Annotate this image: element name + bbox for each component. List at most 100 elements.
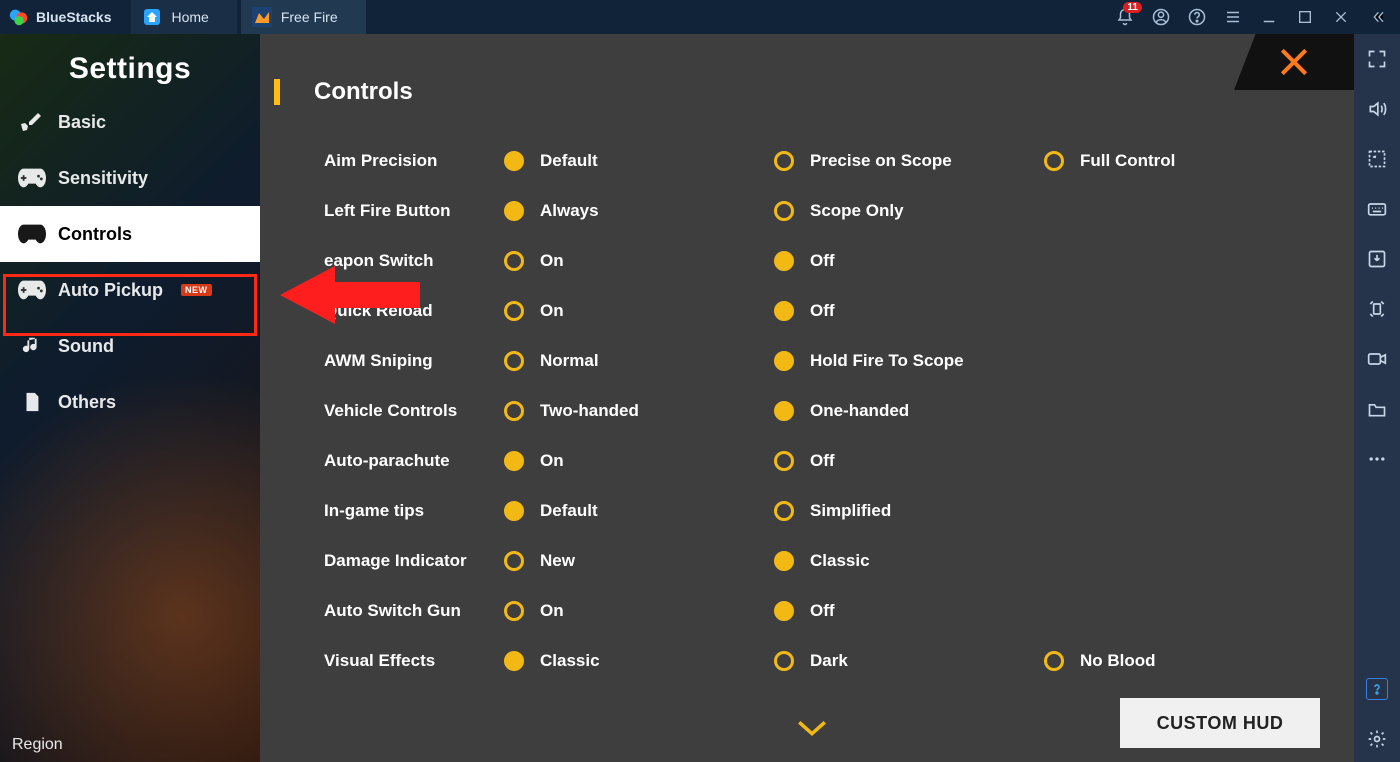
setting-option[interactable]: No Blood [1044, 651, 1244, 671]
option-label: Classic [810, 551, 870, 571]
setting-option[interactable]: Off [774, 251, 1044, 271]
region-label[interactable]: Region [12, 736, 63, 754]
settings-row: Damage IndicatorNewClassic [324, 536, 1354, 586]
bell-icon[interactable]: 11 [1116, 8, 1134, 26]
setting-option[interactable]: Classic [774, 551, 1044, 571]
setting-option[interactable]: Precise on Scope [774, 151, 1044, 171]
setting-option[interactable]: Hold Fire To Scope [774, 351, 1044, 371]
maximize-icon[interactable] [1296, 8, 1314, 26]
help-rail-icon[interactable] [1366, 678, 1388, 700]
window-titlebar: BlueStacks Home Free Fire 11 [0, 0, 1400, 34]
sidebar-item-sound-label: Sound [58, 336, 114, 357]
bluestacks-logo-icon [8, 6, 30, 28]
brand-label: BlueStacks [36, 9, 111, 25]
setting-option[interactable]: Full Control [1044, 151, 1244, 171]
settings-row: Auto Switch GunOnOff [324, 586, 1354, 636]
setting-option[interactable]: Two-handed [504, 401, 774, 421]
setting-label: Auto-parachute [324, 451, 504, 471]
setting-option[interactable]: Default [504, 501, 774, 521]
radio-icon [504, 351, 524, 371]
option-label: Normal [540, 351, 599, 371]
controller-icon [18, 278, 46, 302]
tab-home[interactable]: Home [131, 0, 236, 34]
fullscreen-icon[interactable] [1366, 48, 1388, 70]
option-label: On [540, 251, 564, 271]
radio-icon [504, 251, 524, 271]
option-label: Precise on Scope [810, 151, 952, 171]
settings-row: Vehicle ControlsTwo-handedOne-handed [324, 386, 1354, 436]
tab-freefire[interactable]: Free Fire [241, 0, 366, 34]
controller-icon [18, 166, 46, 190]
keymap-icon[interactable] [1366, 148, 1388, 170]
setting-option[interactable]: Off [774, 301, 1044, 321]
radio-icon [504, 651, 524, 671]
scroll-down-icon[interactable] [795, 715, 829, 746]
sidebar-item-sound[interactable]: Sound [0, 318, 260, 374]
user-icon[interactable] [1152, 8, 1170, 26]
setting-option[interactable]: New [504, 551, 774, 571]
music-icon [18, 334, 46, 358]
sidebar-item-basic[interactable]: Basic [0, 94, 260, 150]
sidebar-item-sensitivity[interactable]: Sensitivity [0, 150, 260, 206]
setting-option[interactable]: One-handed [774, 401, 1044, 421]
hamburger-icon[interactable] [1224, 8, 1242, 26]
option-label: No Blood [1080, 651, 1156, 671]
option-label: Off [810, 301, 835, 321]
close-panel-button[interactable] [1234, 34, 1354, 90]
option-label: Simplified [810, 501, 891, 521]
radio-icon [774, 201, 794, 221]
option-label: Hold Fire To Scope [810, 351, 964, 371]
shake-icon[interactable] [1366, 298, 1388, 320]
setting-label: AWM Sniping [324, 351, 504, 371]
setting-option[interactable]: On [504, 301, 774, 321]
minimize-icon[interactable] [1260, 8, 1278, 26]
record-icon[interactable] [1366, 348, 1388, 370]
option-label: Off [810, 601, 835, 621]
sidebar-item-controls[interactable]: Controls [0, 206, 260, 262]
home-icon [141, 6, 163, 28]
radio-icon [774, 251, 794, 271]
radio-icon [504, 501, 524, 521]
help-icon[interactable] [1188, 8, 1206, 26]
custom-hud-button[interactable]: CUSTOM HUD [1120, 698, 1320, 748]
settings-row: Left Fire ButtonAlwaysScope Only [324, 186, 1354, 236]
setting-option[interactable]: On [504, 451, 774, 471]
setting-option[interactable]: Classic [504, 651, 774, 671]
sidebar-item-others[interactable]: Others [0, 374, 260, 430]
setting-option[interactable]: Normal [504, 351, 774, 371]
setting-option[interactable]: Off [774, 601, 1044, 621]
setting-option[interactable]: Off [774, 451, 1044, 471]
settings-row: Aim PrecisionDefaultPrecise on ScopeFull… [324, 136, 1354, 186]
radio-icon [504, 551, 524, 571]
more-icon[interactable] [1366, 448, 1388, 470]
sidebar-item-autopickup[interactable]: Auto Pickup NEW [0, 262, 260, 318]
volume-icon[interactable] [1366, 98, 1388, 120]
radio-icon [504, 151, 524, 171]
setting-option[interactable]: Scope Only [774, 201, 1044, 221]
radio-icon [774, 401, 794, 421]
radio-icon [774, 551, 794, 571]
radio-icon [774, 501, 794, 521]
close-window-icon[interactable] [1332, 8, 1350, 26]
sidebar-item-others-label: Others [58, 392, 116, 413]
setting-option[interactable]: Always [504, 201, 774, 221]
setting-option[interactable]: Simplified [774, 501, 1044, 521]
gear-icon[interactable] [1366, 728, 1388, 750]
setting-option[interactable]: On [504, 601, 774, 621]
install-apk-icon[interactable] [1366, 248, 1388, 270]
folder-icon[interactable] [1366, 398, 1388, 420]
setting-option[interactable]: Dark [774, 651, 1044, 671]
collapse-icon[interactable] [1368, 8, 1386, 26]
radio-icon [774, 151, 794, 171]
keyboard-icon[interactable] [1366, 198, 1388, 220]
controller-icon [18, 222, 46, 246]
setting-label: eapon Switch [324, 251, 504, 271]
radio-icon [774, 601, 794, 621]
option-label: Default [540, 501, 598, 521]
option-label: On [540, 301, 564, 321]
panel-title: Controls [314, 78, 413, 106]
setting-option[interactable]: Default [504, 151, 774, 171]
option-label: One-handed [810, 401, 909, 421]
setting-option[interactable]: On [504, 251, 774, 271]
option-label: Off [810, 451, 835, 471]
